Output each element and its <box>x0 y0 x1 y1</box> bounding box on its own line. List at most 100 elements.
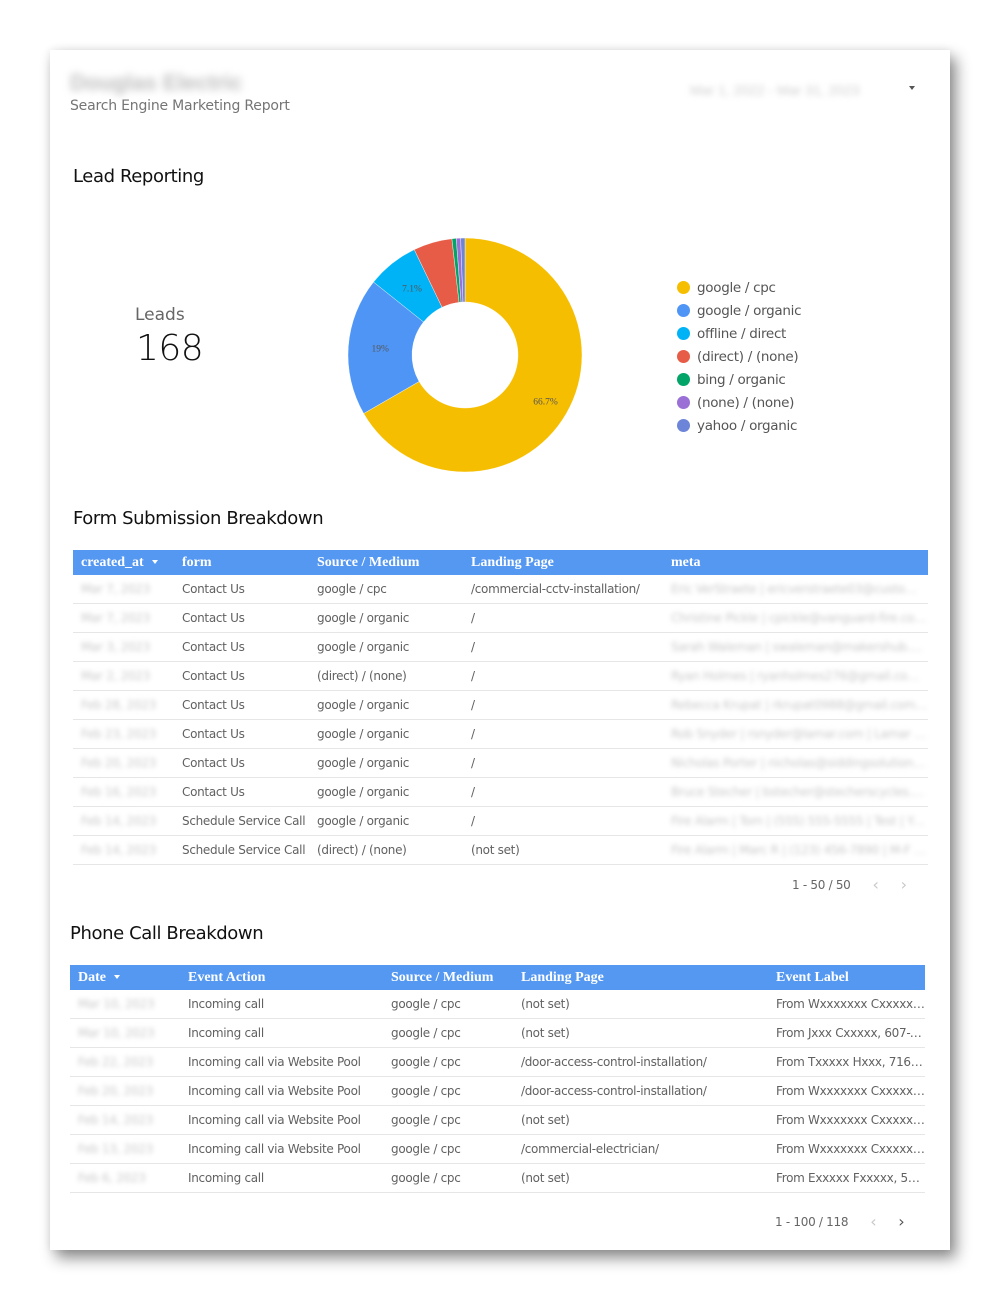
table-cell: google / organic <box>309 719 463 749</box>
legend-item[interactable]: bing / organic <box>677 368 801 391</box>
table-row[interactable]: Feb 16, 2023 Contact Us google / organic / B… <box>73 777 928 807</box>
legend-label: google / cpc <box>697 279 776 296</box>
legend-item[interactable]: google / cpc <box>677 276 801 299</box>
table-cell: Incoming call <box>180 1018 383 1048</box>
table-cell: / <box>463 661 663 691</box>
kpi-label: Leads <box>135 305 185 325</box>
chevron-left-icon[interactable]: ‹ <box>873 875 879 894</box>
table-cell: Mar 10, 2023 <box>70 1018 180 1048</box>
table-row[interactable]: Mar 7, 2023 Contact Us google / organic / Ch… <box>73 603 928 633</box>
legend-item[interactable]: (direct) / (none) <box>677 345 801 368</box>
legend-label: offline / direct <box>697 325 787 342</box>
table-cell: Rob Snyder | rsnyder@lamar.com | Lamar A… <box>663 719 928 749</box>
table-row[interactable]: Mar 3, 2023 Contact Us google / organic / Sa… <box>73 632 928 662</box>
table-cell: Ryan Holmes | ryanholmes276@gmail.com | … <box>663 661 928 691</box>
column-header[interactable]: Event Label <box>768 965 925 990</box>
table-row[interactable]: Mar 7, 2023 Contact Us google / cpc/commer… <box>73 575 928 604</box>
table-cell: google / cpc <box>383 1076 513 1106</box>
table-cell: Feb 23, 2023 <box>73 719 174 749</box>
table-cell: Feb 20, 2023 <box>70 1076 180 1106</box>
table-cell: / <box>463 632 663 662</box>
section-title-phone-calls: Phone Call Breakdown <box>70 923 264 944</box>
column-header[interactable]: meta <box>663 550 928 575</box>
table-cell: / <box>463 777 663 807</box>
table-cell: google / organic <box>309 806 463 836</box>
table-cell: / <box>463 748 663 778</box>
legend-swatch <box>677 350 690 363</box>
table-cell: Christine Pickle | cpickle@vanguard-fire… <box>663 603 928 633</box>
report-title: Douglas Electric <box>70 70 243 95</box>
table-row[interactable]: Feb 14, 2023 Schedule Service Call google … <box>73 806 928 836</box>
table-row[interactable]: Feb 14, 2023 Schedule Service Call (direct… <box>73 835 928 865</box>
table-cell: google / organic <box>309 690 463 720</box>
column-header[interactable]: form <box>174 550 309 575</box>
column-header[interactable]: created_at <box>73 550 174 575</box>
table-row[interactable]: Feb 20, 2023 Incoming call via Website Po… <box>70 1076 925 1106</box>
table-cell: Mar 7, 2023 <box>73 575 174 604</box>
legend-swatch <box>677 281 690 294</box>
table-row[interactable]: Feb 28, 2023 Contact Us google / organic / R… <box>73 690 928 720</box>
table-cell: Feb 13, 2023 <box>70 1134 180 1164</box>
caret-down-icon[interactable] <box>909 86 915 90</box>
legend-swatch <box>677 419 690 432</box>
column-header[interactable]: Date <box>70 965 180 990</box>
donut-chart[interactable]: 66.7% 19% 7.1% <box>345 235 585 475</box>
table-row[interactable]: Mar 10, 2023 Incoming call google / cpc (no… <box>70 1018 925 1048</box>
table-cell: /commercial-electrician/ <box>513 1134 768 1164</box>
phone-call-table: Date Event Action Source / Medium Landing P… <box>70 965 925 1193</box>
table-cell: / <box>463 603 663 633</box>
date-range-picker[interactable]: Mar 1, 2022 - Mar 31, 2023 <box>690 82 925 104</box>
column-header-label: Source / Medium <box>391 969 494 985</box>
table-cell: / <box>463 719 663 749</box>
table-cell: Contact Us <box>174 719 309 749</box>
table-row[interactable]: Feb 6, 2023 Incoming call google / cpc (not… <box>70 1163 925 1193</box>
table-row[interactable]: Feb 22, 2023 Incoming call via Website Po… <box>70 1047 925 1077</box>
pagination-label: 1 - 100 / 118 <box>775 1214 849 1229</box>
table-cell: google / organic <box>309 777 463 807</box>
table-row[interactable]: Feb 20, 2023 Contact Us google / organic / N… <box>73 748 928 778</box>
table-cell: /commercial-cctv-installation/ <box>463 575 663 604</box>
table-cell: (not set) <box>513 1018 768 1048</box>
table-cell: Schedule Service Call <box>174 835 309 865</box>
chevron-right-icon[interactable]: › <box>901 875 907 894</box>
table-row[interactable]: Feb 13, 2023 Incoming call via Website Po… <box>70 1134 925 1164</box>
table-cell: google / cpc <box>383 1018 513 1048</box>
table-cell: Incoming call via Website Pool <box>180 1076 383 1106</box>
table-cell: Eric VerStraete | ericverstraete03@custo… <box>663 575 928 604</box>
column-header-label: form <box>182 554 212 570</box>
column-header[interactable]: Source / Medium <box>383 965 513 990</box>
column-header-label: Event Action <box>188 969 266 985</box>
table-row[interactable]: Feb 23, 2023 Contact Us google / organic / R… <box>73 719 928 749</box>
table-cell: Contact Us <box>174 632 309 662</box>
column-header-label: Landing Page <box>521 969 604 985</box>
column-header[interactable]: Event Action <box>180 965 383 990</box>
chevron-right-icon[interactable]: › <box>898 1212 904 1231</box>
table-row[interactable]: Feb 14, 2023 Incoming call via Website Po… <box>70 1105 925 1135</box>
table-cell: From Wxxxxxxx Cxxxxx, ... <box>768 1076 925 1106</box>
legend-item[interactable]: google / organic <box>677 299 802 322</box>
table-cell: Incoming call <box>180 990 383 1019</box>
form-submission-table: created_at form Source / Medium Landing Pag… <box>73 550 928 865</box>
table-row[interactable]: Mar 2, 2023 Contact Us (direct) / (none) / R… <box>73 661 928 691</box>
legend-label: (none) / (none) <box>697 394 795 411</box>
table-cell: google / organic <box>309 632 463 662</box>
legend-item[interactable]: yahoo / organic <box>677 414 801 437</box>
table-cell: Incoming call via Website Pool <box>180 1047 383 1077</box>
column-header[interactable]: Source / Medium <box>309 550 463 575</box>
legend-swatch <box>677 304 690 317</box>
table-cell: google / cpc <box>309 575 463 604</box>
legend-item[interactable]: (none) / (none) <box>677 391 801 414</box>
column-header[interactable]: Landing Page <box>513 965 768 990</box>
column-header[interactable]: Landing Page <box>463 550 663 575</box>
chevron-left-icon[interactable]: ‹ <box>870 1212 876 1231</box>
caret-down-icon[interactable] <box>151 560 158 565</box>
table-cell: / <box>463 690 663 720</box>
pagination-label: 1 - 50 / 50 <box>792 877 851 892</box>
legend-swatch <box>677 396 690 409</box>
table-row[interactable]: Mar 10, 2023 Incoming call google / cpc (no… <box>70 990 925 1019</box>
caret-down-icon[interactable] <box>114 975 120 980</box>
table-cell: / <box>463 806 663 836</box>
table-cell: Feb 20, 2023 <box>73 748 174 778</box>
table-cell: Feb 6, 2023 <box>70 1163 180 1193</box>
legend-item[interactable]: offline / direct <box>677 322 801 345</box>
